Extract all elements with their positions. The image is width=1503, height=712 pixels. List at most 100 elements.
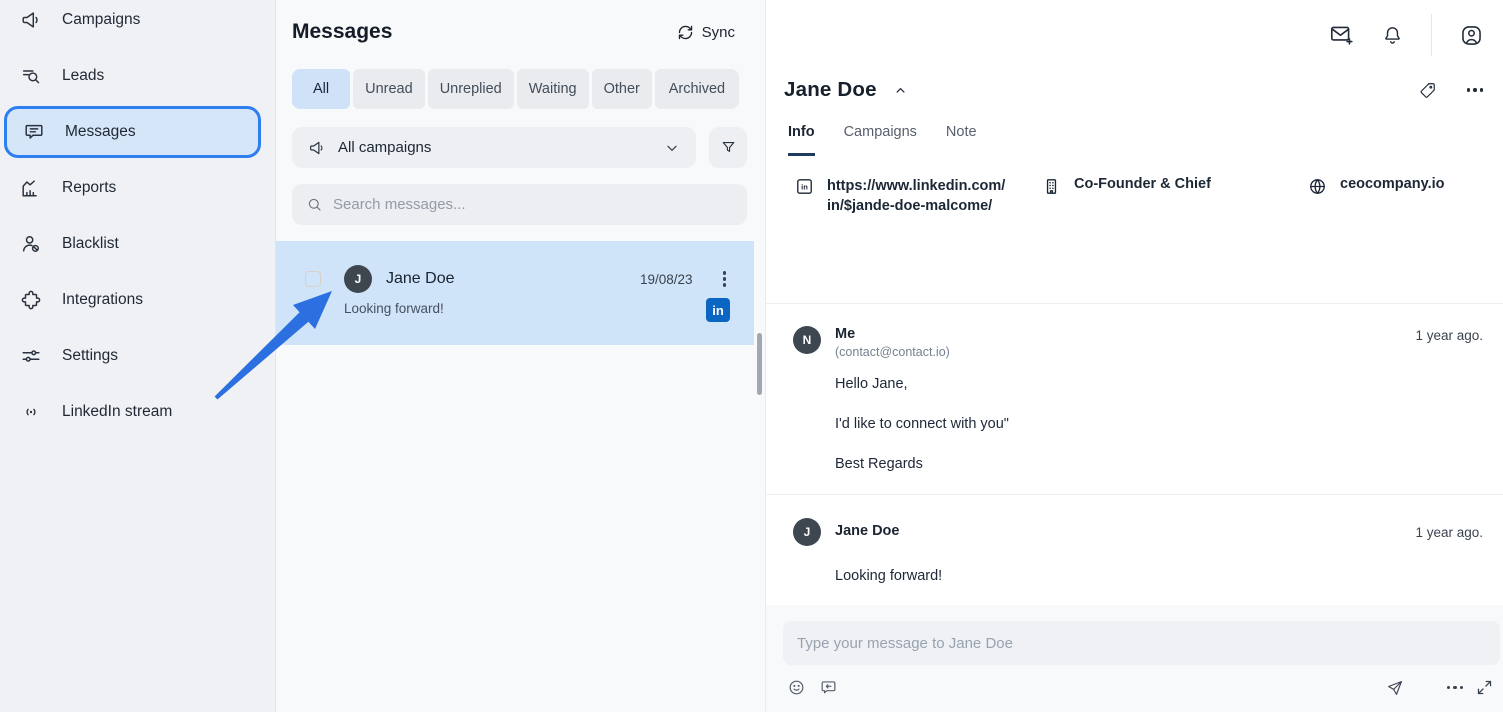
linkedin-url-line2: in/$jande-doe-malcome/ [827, 196, 1005, 216]
page-title: Messages [292, 20, 392, 44]
filter-button[interactable] [709, 127, 747, 168]
website: ceocompany.io [1340, 176, 1444, 192]
contact-header: Jane Doe [766, 70, 1503, 102]
search-input[interactable] [333, 196, 733, 213]
messages-panel-header: Messages Sync [276, 0, 765, 44]
sidebar-item-messages[interactable]: Messages [4, 106, 261, 158]
message-header: J Jane Doe 1 year ago. [793, 518, 1483, 546]
linkedin-url-line1: https://www.linkedin.com/ [827, 176, 1005, 196]
search-icon [306, 196, 323, 213]
sync-button[interactable]: Sync [677, 24, 735, 41]
toolbar-divider [1431, 14, 1432, 56]
saved-replies-button[interactable] [819, 678, 838, 697]
composer-more-button[interactable] [1447, 686, 1464, 690]
sidebar-item-settings[interactable]: Settings [0, 336, 275, 376]
campaign-select[interactable]: All campaigns [292, 127, 696, 168]
account-button[interactable] [1459, 23, 1484, 48]
message-line: Best Regards [835, 455, 1483, 473]
contact-info-section: in https://www.linkedin.com/ in/$jande-d… [766, 156, 1503, 303]
campaign-select-value: All campaigns [338, 139, 431, 156]
sidebar-item-label: Integrations [62, 291, 143, 309]
building-icon [1042, 177, 1061, 196]
tab-info[interactable]: Info [788, 124, 815, 156]
search-bar [292, 184, 747, 225]
composer-input-wrap [783, 621, 1500, 665]
conversation-name: Jane Doe [386, 270, 455, 288]
megaphone-icon [308, 139, 326, 157]
globe-icon [1308, 177, 1327, 196]
messages-panel: Messages Sync All Unread Unreplied Waiti… [276, 0, 766, 712]
avatar: N [793, 326, 821, 354]
job-title: Co-Founder & Chief [1074, 176, 1211, 192]
job-title-entry: Co-Founder & Chief [1042, 176, 1308, 303]
sidebar-item-label: Leads [62, 67, 104, 85]
linkedin-badge-icon[interactable]: in [706, 298, 730, 322]
message-header: N Me (contact@contact.io) 1 year ago. [793, 326, 1483, 359]
sidebar-item-integrations[interactable]: Integrations [0, 280, 275, 320]
collapse-info-button[interactable] [893, 83, 908, 98]
tab-unreplied[interactable]: Unreplied [428, 69, 514, 109]
sidebar-item-label: Messages [65, 123, 136, 141]
conversation-checkbox[interactable] [305, 271, 321, 287]
puzzle-icon [20, 289, 42, 311]
app-window: Campaigns Leads Messages Reports Blackli… [0, 0, 1503, 712]
chevron-down-icon [664, 140, 680, 156]
message-line: Hello Jane, [835, 375, 1483, 393]
sidebar-item-campaigns[interactable]: Campaigns [0, 0, 275, 40]
emoji-button[interactable] [787, 678, 806, 697]
tab-campaigns[interactable]: Campaigns [844, 124, 917, 156]
mail-plus-icon [1328, 22, 1354, 48]
message-sender: Me [835, 326, 950, 342]
linkedin-url-entry[interactable]: in https://www.linkedin.com/ in/$jande-d… [795, 176, 1042, 303]
expand-button[interactable] [1476, 679, 1493, 696]
thread-message: N Me (contact@contact.io) 1 year ago. He… [766, 304, 1503, 494]
account-icon [1459, 23, 1484, 48]
message-sender-email: (contact@contact.io) [835, 345, 950, 359]
chevron-up-icon [893, 83, 908, 98]
expand-icon [1476, 679, 1493, 696]
tab-unread[interactable]: Unread [353, 69, 425, 109]
tab-other[interactable]: Other [592, 69, 652, 109]
sidebar-item-label: LinkedIn stream [62, 403, 172, 421]
kebab-menu-icon[interactable] [721, 269, 729, 289]
more-options-button[interactable] [1467, 84, 1484, 96]
message-line: I'd like to connect with you" [835, 415, 1483, 433]
scrollbar-thumb[interactable] [757, 333, 762, 395]
sidebar-item-blacklist[interactable]: Blacklist [0, 224, 275, 264]
conversation-preview: Looking forward! [344, 301, 728, 316]
message-filter-tabs: All Unread Unreplied Waiting Other Archi… [292, 69, 739, 109]
sidebar-item-reports[interactable]: Reports [0, 168, 275, 208]
funnel-icon [720, 139, 737, 156]
message-body: Looking forward! [835, 567, 1483, 585]
composer-input[interactable] [797, 635, 1486, 652]
linkedin-square-icon: in [795, 177, 814, 196]
sidebar-item-label: Settings [62, 347, 118, 365]
megaphone-icon [20, 9, 42, 31]
sidebar-item-label: Reports [62, 179, 116, 197]
sidebar-item-linkedin-stream[interactable]: LinkedIn stream [0, 392, 275, 432]
chart-icon [20, 177, 42, 199]
conversation-row: J Jane Doe 19/08/23 [305, 265, 728, 293]
list-search-icon [20, 65, 42, 87]
sidebar-item-leads[interactable]: Leads [0, 56, 275, 96]
avatar: J [344, 265, 372, 293]
conversation-list-item[interactable]: J Jane Doe 19/08/23 Looking forward! in [276, 241, 754, 345]
notifications-button[interactable] [1381, 24, 1404, 47]
send-button[interactable] [1386, 679, 1404, 697]
thread-message: J Jane Doe 1 year ago. Looking forward! [766, 495, 1503, 605]
bell-icon [1381, 24, 1404, 47]
website-entry[interactable]: ceocompany.io [1308, 176, 1444, 303]
sync-icon [677, 24, 694, 41]
sidebar-item-label: Campaigns [62, 11, 140, 29]
conversation-date: 19/08/23 [640, 272, 693, 287]
sliders-icon [20, 345, 42, 367]
tag-button[interactable] [1418, 81, 1437, 100]
tab-note[interactable]: Note [946, 124, 977, 156]
thread-panel: Jane Doe Info Campaigns Note in https://… [766, 0, 1503, 712]
message-sender: Jane Doe [835, 518, 899, 539]
tab-waiting[interactable]: Waiting [517, 69, 589, 109]
tab-all[interactable]: All [292, 69, 350, 109]
tab-archived[interactable]: Archived [655, 69, 739, 109]
svg-text:in: in [801, 183, 808, 192]
new-message-button[interactable] [1328, 22, 1354, 48]
